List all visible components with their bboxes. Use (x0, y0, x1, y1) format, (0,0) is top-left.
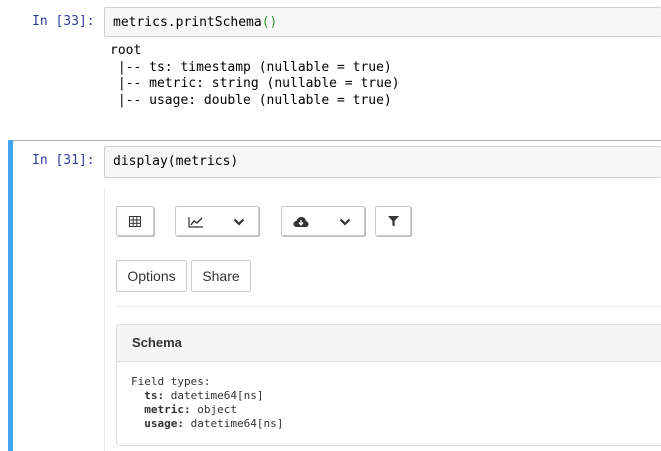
field-name: ts: (144, 389, 165, 402)
field-name: usage: (144, 417, 184, 430)
download-dropdown[interactable] (281, 206, 365, 236)
notebook-cell-33[interactable]: In [33]: metrics.printSchema() root |-- … (0, 0, 661, 130)
schema-title: Schema (132, 335, 182, 350)
code-parens: () (261, 15, 278, 30)
cell-output: root |-- ts: timestamp (nullable = true)… (110, 43, 400, 109)
output-line: root (110, 43, 142, 58)
output-line: |-- usage: double (nullable = true) (110, 92, 392, 108)
chevron-down-icon (233, 218, 245, 226)
chevron-down-icon (339, 218, 351, 226)
output-line: |-- ts: timestamp (nullable = true) (110, 59, 392, 75)
line-chart-icon (188, 217, 203, 228)
schema-body: Field types: ts: datetime64[ns] metric: … (131, 375, 283, 431)
code-input[interactable]: display(metrics) (104, 146, 661, 178)
filter-button[interactable] (375, 206, 411, 236)
field-type: datetime64[ns] (190, 417, 284, 430)
table-icon (129, 216, 141, 227)
filter-icon (388, 216, 399, 227)
output-line: |-- metric: string (nullable = true) (110, 76, 400, 91)
field-types-heading: Field types: (131, 375, 211, 388)
cell-selection-bar (8, 140, 13, 451)
field-name: metric: (144, 403, 191, 416)
code-text: metrics.printSchema() (113, 15, 277, 30)
field-type: datetime64[ns] (170, 389, 264, 402)
options-button[interactable]: Options (116, 260, 187, 292)
cell-prompt: In [33]: (32, 14, 95, 29)
code-call: metrics.printSchema (113, 15, 262, 30)
share-button[interactable]: Share (191, 260, 251, 292)
schema-field-row: metric: object (131, 403, 283, 417)
table-view-button[interactable] (116, 206, 154, 236)
cloud-download-icon (293, 217, 309, 227)
schema-panel-header: Schema (117, 325, 661, 362)
schema-panel: Schema Field types: ts: datetime64[ns] m… (116, 324, 661, 446)
code-text: display(metrics) (113, 154, 239, 169)
schema-field-row: usage: datetime64[ns] (131, 417, 283, 431)
chart-type-dropdown[interactable] (175, 206, 259, 236)
cell-prompt: In [31]: (32, 153, 95, 168)
code-input[interactable]: metrics.printSchema() (104, 7, 661, 37)
field-type: object (197, 403, 237, 416)
divider (116, 306, 661, 307)
schema-field-row: ts: datetime64[ns] (131, 389, 283, 403)
